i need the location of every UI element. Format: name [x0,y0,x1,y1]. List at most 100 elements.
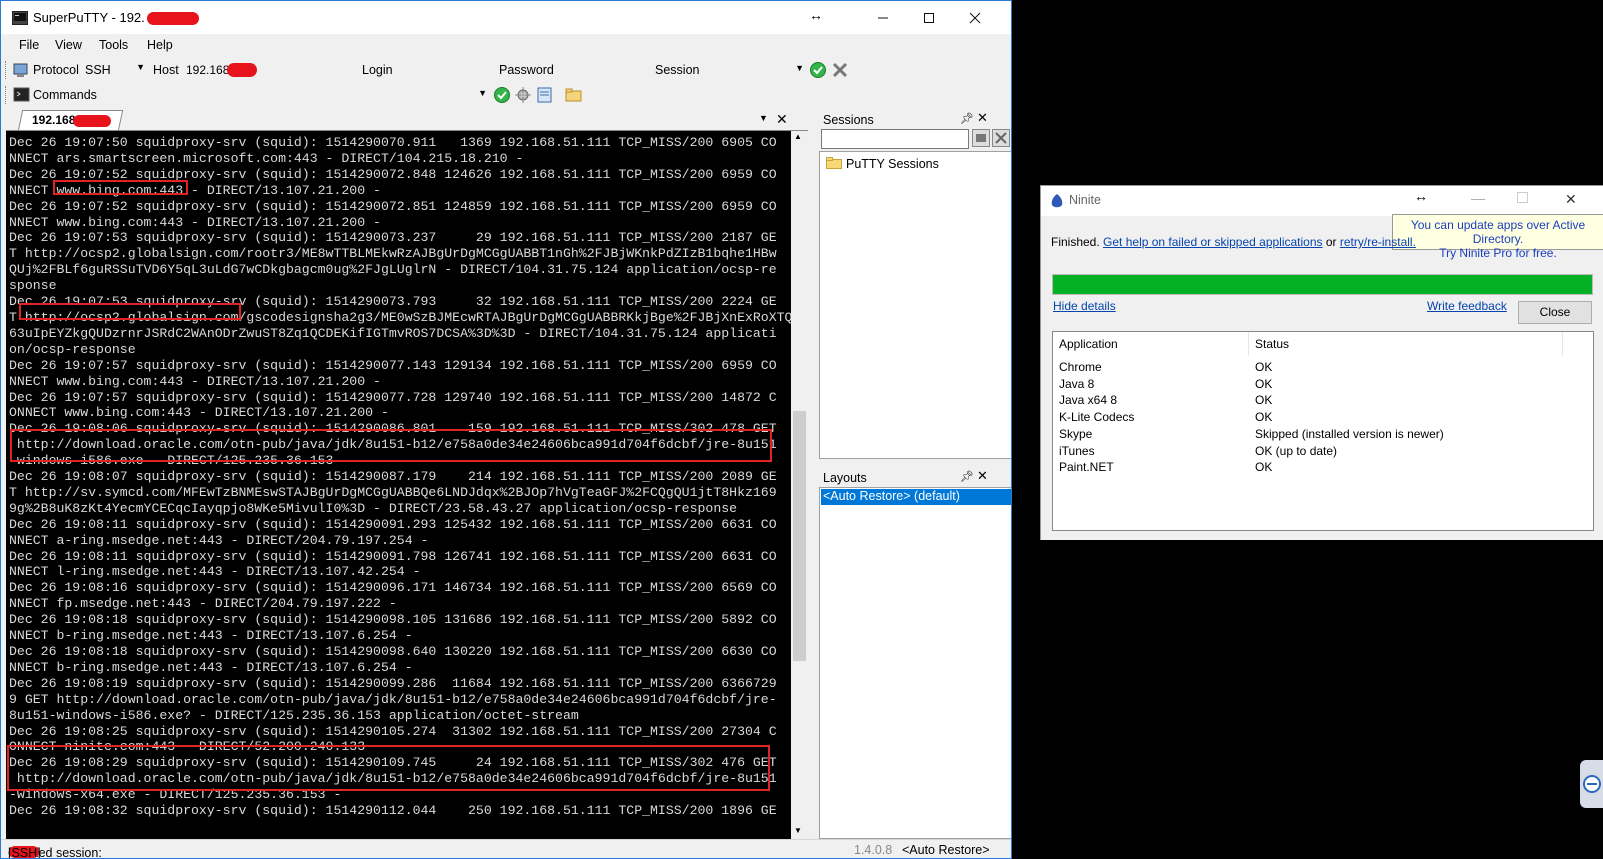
password-input[interactable] [557,60,647,80]
password-label: Password [499,63,554,77]
document-tab-strip: 192.168 ▼ ✕ [6,109,813,131]
login-label: Login [362,63,393,77]
app-status: OK [1255,460,1273,475]
app-status: Skipped (installed version is newer) [1255,426,1444,441]
login-input[interactable] [399,60,491,80]
list-item[interactable]: K-Lite Codecs OK [1053,408,1593,425]
layout-item-auto-restore[interactable]: <Auto Restore> (default) [821,489,1011,505]
script-icon[interactable] [536,86,554,104]
menu-view[interactable]: View [55,38,82,52]
connection-toolbar: Protocol SSH ▼ Host 192.168. Login Passw… [1,58,1011,82]
clear-search-icon[interactable] [992,129,1010,147]
application-list: Application Status Chrome OK Java 8 OK Java … [1052,331,1594,531]
protocol-select[interactable]: SSH ▼ [83,60,149,80]
status-layout: <Auto Restore> [902,843,990,857]
highlight-box [10,429,772,462]
or-text: or [1325,235,1337,249]
close-window-button[interactable] [952,1,998,34]
list-item[interactable]: Java 8 OK [1053,375,1593,392]
maximize-button[interactable] [1517,192,1528,203]
maximize-button[interactable] [906,1,952,34]
app-status: OK [1255,360,1273,374]
chevron-down-icon: ▼ [136,62,145,72]
scrollbar-thumb[interactable] [793,411,806,661]
ninite-title-bar[interactable]: Ninite ↔ — ✕ [1041,186,1603,216]
list-item[interactable]: Paint.NET OK [1053,458,1593,475]
terminal-text: Dec 26 19:07:50 squidproxy-srv (squid): … [9,135,791,819]
app-name: Skype [1059,426,1093,441]
highlight-box [19,303,241,320]
gear-icon[interactable] [514,86,532,104]
terminal-output[interactable]: Dec 26 19:07:50 squidproxy-srv (squid): … [6,131,791,839]
pin-icon[interactable]: 📌︎ [960,112,974,125]
install-progress-bar [1052,274,1593,295]
app-status: OK [1255,376,1273,391]
minimize-button[interactable]: — [1471,190,1485,206]
list-item[interactable]: Chrome OK [1053,358,1593,375]
app-name: Paint.NET [1059,460,1114,475]
column-header-application[interactable]: Application [1053,332,1249,356]
close-tab-icon[interactable]: ✕ [776,111,788,128]
finished-text: Finished. [1051,235,1100,249]
layouts-panel-header: Layouts 📌︎ ✕ [819,467,1011,489]
teamviewer-side-tab[interactable] [1580,760,1603,808]
close-button[interactable]: Close [1518,301,1592,324]
session-tab-label: 192.168 [32,113,112,127]
terminal-icon [13,86,31,104]
terminal-scrollbar[interactable]: ▲ ▼ [791,131,808,839]
menu-tools[interactable]: Tools [99,38,128,52]
session-select[interactable]: ▼ [701,60,806,80]
close-panel-icon[interactable]: ✕ [977,110,988,126]
toolbar-grip[interactable] [5,86,8,104]
minimize-button[interactable] [860,1,906,34]
resize-cursor-icon: ↔ [1414,188,1428,204]
clear-x-icon[interactable] [831,61,849,79]
protocol-label: Protocol [33,63,79,77]
finished-line: Finished. Get help on failed or skipped … [1051,235,1416,249]
pin-icon[interactable]: 📌︎ [960,470,974,483]
app-status: OK (up to date) [1255,443,1338,458]
app-name: iTunes [1059,443,1095,458]
toolbar-grip[interactable] [5,61,8,79]
tree-item-putty-sessions[interactable]: PuTTY Sessions [846,157,939,171]
session-label: Session [655,63,700,77]
close-panel-icon[interactable]: ✕ [977,468,988,484]
ninite-logo-icon [1050,193,1064,209]
menu-file[interactable]: File [19,38,39,52]
ninite-title: Ninite [1069,193,1101,207]
folder-edit-icon[interactable] [565,86,583,104]
update-notice-line2: Try Ninite Pro for free. [1439,246,1557,260]
menu-help[interactable]: Help [147,38,173,52]
help-link[interactable]: Get help on failed or skipped applicatio… [1103,235,1322,249]
status-bar: Opened session: ConnectBar/192.168.[SSH]… [1,839,1011,858]
list-item[interactable]: Skype Skipped (installed version is newer… [1053,425,1593,442]
connect-check-icon[interactable] [809,61,827,79]
superputty-window: SuperPuTTY - 192. ↔ File View Tools Help… [0,0,1012,859]
close-window-button[interactable]: ✕ [1565,191,1577,208]
scroll-up-icon[interactable]: ▲ [794,132,802,141]
app-name: Java x64 8 [1059,393,1118,408]
scroll-down-icon[interactable]: ▼ [794,826,802,835]
app-name: K-Lite Codecs [1059,410,1135,425]
putty-app-icon [12,11,28,25]
commands-label: Commands [33,88,97,102]
search-icon[interactable] [972,129,990,147]
host-input[interactable]: 192.168. [183,60,353,80]
commands-input[interactable]: ▼ [161,85,491,105]
tab-list-dropdown-icon[interactable]: ▼ [759,113,768,123]
hide-details-link[interactable]: Hide details [1053,299,1116,313]
chevron-down-icon: ▼ [795,63,804,73]
column-header-status[interactable]: Status [1249,332,1563,356]
write-feedback-link[interactable]: Write feedback [1427,299,1507,313]
update-notice-line1: You can update apps over Active Director… [1410,218,1586,246]
update-notice[interactable]: You can update apps over Active Director… [1392,214,1603,260]
host-label: Host [153,63,179,77]
list-item[interactable]: Java x64 8 OK [1053,391,1593,408]
resize-cursor-icon: ↔ [809,7,823,23]
list-item[interactable]: iTunes OK (up to date) [1053,442,1593,459]
window-title: SuperPuTTY - 192. [33,10,199,26]
send-check-icon[interactable] [493,86,511,104]
title-bar[interactable]: SuperPuTTY - 192. ↔ [1,1,1011,34]
sessions-search-input[interactable] [821,129,969,149]
retry-link[interactable]: retry/re-install. [1340,235,1416,249]
